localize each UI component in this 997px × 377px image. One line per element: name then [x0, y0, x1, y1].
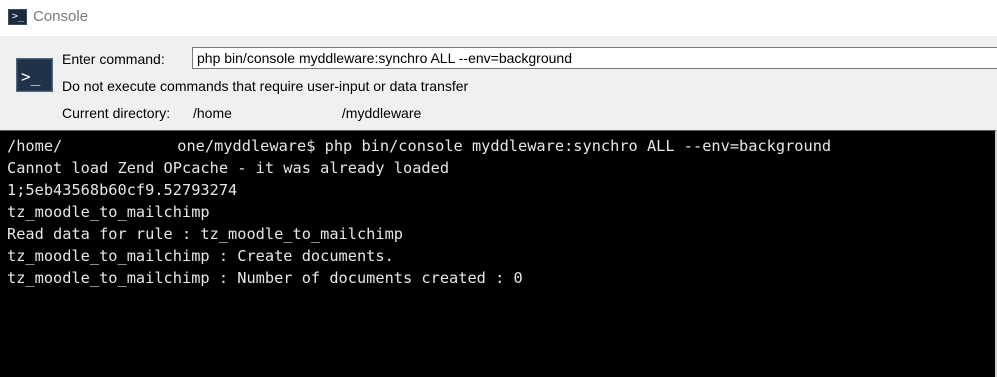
terminal-line: tz_moodle_to_mailchimp : Create document…: [7, 247, 394, 265]
window-title: Console: [33, 8, 89, 25]
prompt-prefix: /home/: [7, 137, 63, 155]
redacted-area: [62, 138, 177, 156]
current-directory-label: Current directory:: [62, 105, 171, 121]
terminal-line: tz_moodle_to_mailchimp: [7, 203, 210, 221]
terminal-output[interactable]: /home/one/myddleware$ php bin/console my…: [0, 130, 997, 377]
enter-command-label: Enter command:: [62, 51, 165, 67]
current-directory-suffix: /myddleware: [341, 105, 422, 121]
command-panel: >_ Enter command: Do not execute command…: [0, 36, 997, 130]
current-directory-prefix: /home: [193, 105, 232, 121]
terminal-line: Read data for rule : tz_moodle_to_mailch…: [7, 225, 404, 243]
console-icon: >_: [8, 9, 27, 25]
warning-note: Do not execute commands that require use…: [62, 78, 469, 94]
current-directory-value: /home/myddleware: [193, 105, 421, 121]
command-input[interactable]: [192, 47, 997, 69]
prompt-command: one/myddleware$ php bin/console myddlewa…: [177, 137, 832, 155]
terminal-icon: >_: [16, 58, 53, 92]
terminal-line: 1;5eb43568b60cf9.52793274: [7, 181, 238, 199]
terminal-line: tz_moodle_to_mailchimp : Number of docum…: [7, 269, 523, 287]
title-bar: >_ Console: [0, 0, 997, 36]
terminal-line: Cannot load Zend OPcache - it was alread…: [7, 159, 450, 177]
redacted-area: [232, 107, 342, 121]
terminal-prompt-line: /home/one/myddleware$ php bin/console my…: [7, 135, 831, 157]
